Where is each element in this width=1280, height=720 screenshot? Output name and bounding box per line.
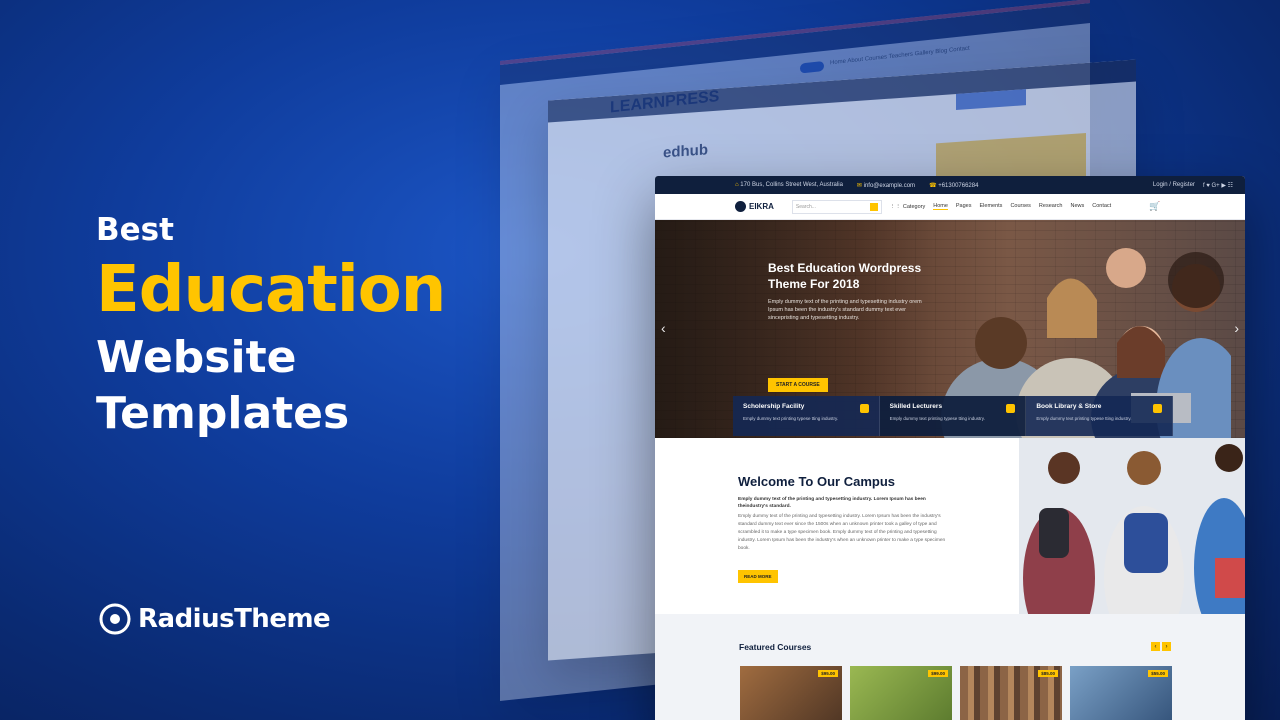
feature-scholarship: Scholership Facility Emply dummy text pr… (733, 396, 880, 436)
radiustheme-logo: RadiusTheme (98, 602, 331, 636)
eikra-nav: EIKRA Search... ⋮⋮ Category Home Pages E… (655, 194, 1245, 220)
search-input[interactable]: Search... (791, 199, 882, 214)
course-card[interactable]: $95.00 (740, 666, 842, 720)
featured-courses-section: Featured Courses ‹ › $95.00 $99.00 $85.0… (655, 614, 1245, 720)
start-course-button[interactable]: START A COURSE (768, 378, 828, 392)
read-more-button[interactable]: READ MORE (738, 570, 778, 583)
hero-description: Emply dummy text of the printing and typ… (768, 299, 922, 321)
main-menu: Home Pages Elements Courses Research New… (933, 203, 1111, 210)
featured-arrows: ‹ › (1151, 642, 1171, 651)
search-icon[interactable] (869, 202, 878, 211)
menu-home[interactable]: Home (933, 203, 948, 210)
featured-prev-button[interactable]: ‹ (1151, 642, 1160, 651)
eikra-mockup: ⌂ 170 Bus, Collins Street West, Australi… (655, 176, 1245, 720)
category-menu[interactable]: ⋮⋮ Category (890, 204, 925, 210)
headline-education: Education (96, 253, 446, 327)
featured-courses-title: Featured Courses (739, 642, 812, 652)
menu-elements[interactable]: Elements (980, 203, 1003, 210)
book-icon (1153, 404, 1163, 413)
menu-pages[interactable]: Pages (956, 203, 972, 210)
course-price: $99.00 (928, 670, 948, 677)
eikra-logo[interactable]: EIKRA (735, 201, 774, 212)
welcome-section: Welcome To Our Campus Emply dummy text o… (655, 438, 1245, 614)
menu-courses[interactable]: Courses (1010, 203, 1030, 210)
person-icon (1006, 404, 1016, 413)
menu-research[interactable]: Research (1039, 203, 1063, 210)
slider-next-icon[interactable]: › (1234, 320, 1239, 336)
topbar-phone: +61300766284 (938, 182, 979, 189)
cart-icon[interactable]: 🛒 (1149, 201, 1160, 212)
graduation-cap-icon (859, 404, 869, 413)
welcome-lead: Emply dummy text of the printing and typ… (738, 497, 926, 509)
slider-prev-icon[interactable]: ‹ (661, 320, 666, 336)
hero-slider: Best Education Wordpress Theme For 2018 … (655, 220, 1245, 438)
hero-title: Best Education Wordpress Theme For 2018 (768, 261, 922, 291)
eikra-topbar: ⌂ 170 Bus, Collins Street West, Australi… (655, 176, 1245, 194)
brand-name: RadiusTheme (138, 604, 331, 634)
topbar-address: 170 Bus, Collins Street West, Australia (740, 182, 843, 188)
headline-best: Best (96, 212, 174, 248)
topbar-email: info@example.com (863, 182, 916, 189)
login-link[interactable]: Login / Register (1153, 182, 1195, 188)
feature-boxes: Scholership Facility Emply dummy text pr… (733, 396, 1174, 436)
menu-news[interactable]: News (1070, 203, 1084, 210)
welcome-title: Welcome To Our Campus (738, 474, 895, 489)
course-price: $55.00 (1148, 670, 1168, 677)
course-card[interactable]: $85.00 (960, 666, 1062, 720)
headline-website: Website (96, 332, 297, 383)
course-price: $85.00 (1038, 670, 1058, 677)
eikra-logo-icon (735, 201, 746, 212)
headline: Best Education Website Templates (96, 210, 446, 442)
menu-contact[interactable]: Contact (1092, 203, 1111, 210)
feature-library: Book Library & Store Emply dummy text pr… (1026, 396, 1174, 436)
welcome-body: Emply dummy text of the printing and typ… (738, 514, 946, 551)
learnpress-nav: Home About Courses Teachers Gallery Blog… (830, 45, 970, 67)
edhub-logo: edhub (663, 141, 708, 162)
course-card[interactable]: $99.00 (850, 666, 952, 720)
students-backpacks-image (1019, 438, 1245, 614)
course-cards: $95.00 $99.00 $85.00 $55.00 (740, 666, 1172, 720)
featured-next-button[interactable]: › (1162, 642, 1171, 651)
headline-templates: Templates (96, 388, 350, 439)
grid-icon: ⋮⋮ (889, 203, 901, 210)
course-card[interactable]: $55.00 (1070, 666, 1172, 720)
radiustheme-mark-icon (99, 603, 131, 635)
course-price: $95.00 (818, 670, 838, 677)
feature-lecturers: Skilled Lecturers Emply dummy text print… (879, 396, 1027, 436)
social-icons[interactable]: f ♥ G+ ▶ ☷ (1203, 182, 1233, 189)
